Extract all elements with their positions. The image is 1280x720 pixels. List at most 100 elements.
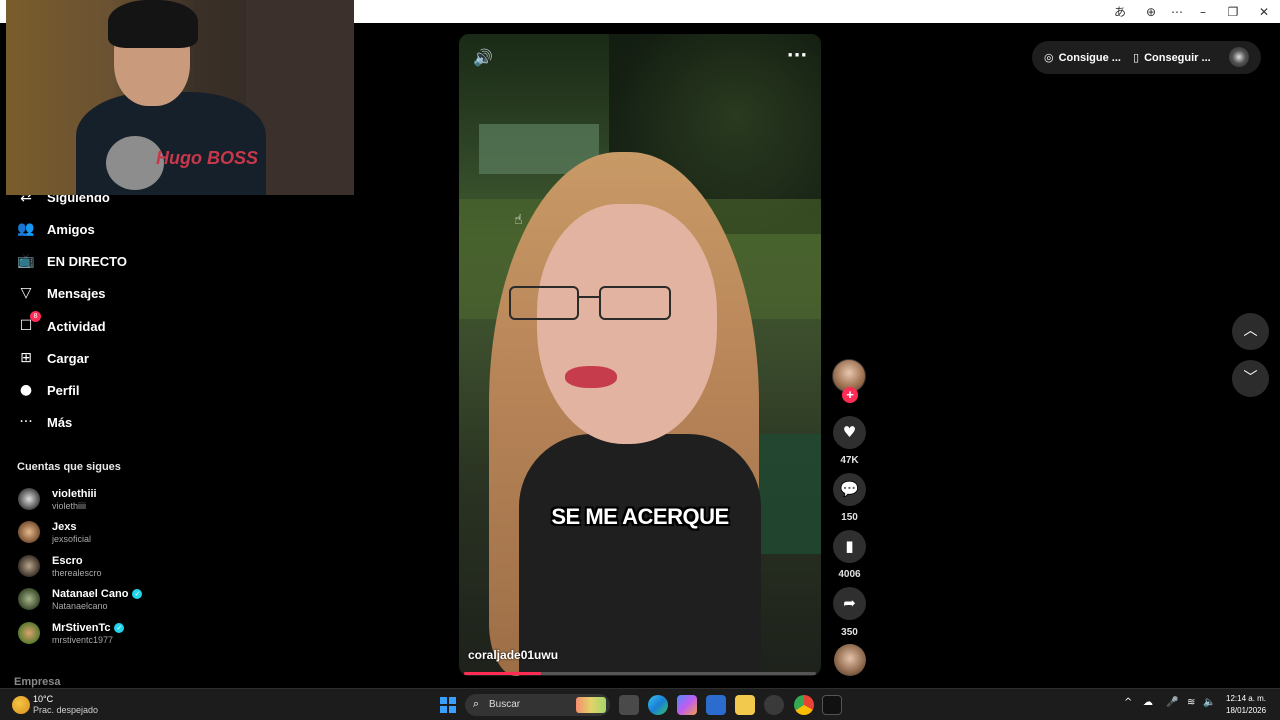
translate-icon[interactable]: あ — [1111, 3, 1129, 21]
sidebar-item-upload[interactable]: ⊞ Cargar — [17, 347, 89, 369]
task-view-icon[interactable] — [619, 695, 639, 715]
save-count: 4006 — [838, 569, 861, 580]
followed-account[interactable]: Natanael Cano ✓ Natanaelcano — [18, 585, 143, 613]
followed-account[interactable]: violethiii violethiiii — [18, 485, 97, 513]
volume-icon[interactable]: 🔊 — [473, 48, 493, 68]
follow-button[interactable]: + — [842, 387, 858, 403]
account-username: violethiiii — [52, 500, 87, 511]
account-username: therealescro — [52, 567, 102, 578]
weather-temperature: 10°C — [33, 694, 54, 704]
video-progress-fill — [464, 672, 542, 675]
microphone-icon[interactable]: 🎤 — [1166, 697, 1178, 708]
more-icon: ··· — [19, 414, 33, 430]
store-icon[interactable] — [706, 695, 726, 715]
upload-icon: ⊞ — [20, 350, 32, 366]
start-button[interactable] — [440, 697, 456, 713]
avatar — [18, 488, 40, 510]
video-person-glasses-bridge — [579, 296, 599, 298]
messages-icon: ▽ — [20, 285, 32, 301]
video-person-shirt — [519, 434, 761, 676]
webcam-person-hair — [108, 0, 198, 48]
account-username: jexsoficial — [52, 533, 92, 544]
followed-account[interactable]: MrStivenTc ✓ mrstiventc1977 — [18, 619, 125, 647]
cloud-icon[interactable]: ☁ — [1143, 697, 1153, 708]
verified-icon: ✓ — [132, 588, 143, 599]
video-person-face — [537, 204, 717, 444]
clock-time[interactable]: 12:14 a. m. — [1226, 694, 1266, 703]
footer-link-company[interactable]: Empresa — [14, 676, 60, 688]
followed-account[interactable]: Jexs jexsoficial — [18, 518, 91, 546]
search-label: Buscar — [489, 699, 521, 710]
save-button[interactable]: ▮ — [833, 530, 866, 563]
sidebar-item-label: Perfil — [47, 382, 80, 398]
previous-video-button[interactable]: ︿ — [1232, 313, 1269, 350]
clock-date[interactable]: 18/01/2026 — [1226, 706, 1266, 715]
bookmark-icon: ▮ — [845, 537, 854, 555]
copilot-icon[interactable] — [677, 695, 697, 715]
mouse-cursor-icon: ☝ — [514, 212, 523, 228]
account-name: Natanael Cano — [52, 587, 129, 600]
weather-description: Prac. despejado — [33, 705, 99, 715]
share-icon: ➦ — [843, 594, 856, 612]
avatar — [18, 622, 40, 644]
browser-more-icon[interactable]: ⋯ — [1168, 3, 1186, 21]
windows-taskbar: 10°C Prac. despejado ⌕ Buscar ^ ☁ 🎤 ≋ 🔈 … — [0, 688, 1280, 720]
comment-button[interactable]: 💬 — [833, 473, 866, 506]
get-coins-button[interactable]: ◎ Consigue ... — [1044, 41, 1121, 74]
like-count: 47K — [840, 455, 859, 466]
weather-icon[interactable] — [12, 696, 30, 714]
account-name: MrStivenTc — [52, 621, 111, 634]
music-disc-icon[interactable] — [834, 644, 866, 676]
profile-icon: ● — [19, 382, 33, 398]
video-player[interactable]: 🔊 ··· SE ME ACERQUE coraljade01uwu — [459, 34, 821, 676]
activity-icon: ☐ 8 — [17, 311, 41, 335]
phone-icon: ▯ — [1133, 51, 1140, 64]
video-person-glasses — [509, 286, 579, 320]
edge-icon[interactable] — [648, 695, 668, 715]
share-button[interactable]: ➦ — [833, 587, 866, 620]
tray-overflow-icon[interactable]: ^ — [1124, 697, 1132, 708]
sidebar-item-label: Amigos — [47, 221, 95, 237]
taskbar-search[interactable]: ⌕ Buscar — [465, 694, 610, 716]
zoom-icon[interactable]: ⊕ — [1142, 3, 1160, 21]
next-video-button[interactable]: ﹀ — [1232, 360, 1269, 397]
video-options-icon[interactable]: ··· — [785, 46, 809, 66]
restore-icon[interactable]: ❐ — [1224, 3, 1242, 21]
sidebar-item-activity[interactable]: ☐ 8 Actividad — [17, 311, 106, 337]
chrome-icon[interactable] — [794, 695, 814, 715]
account-username: Natanaelcano — [52, 600, 108, 611]
sidebar-item-live[interactable]: 📺 EN DIRECTO — [17, 250, 127, 272]
avatar — [18, 588, 40, 610]
verified-icon: ✓ — [114, 622, 125, 633]
video-person-lips — [565, 366, 617, 388]
close-icon[interactable]: ✕ — [1255, 3, 1273, 21]
followed-account[interactable]: Escro therealescro — [18, 552, 102, 580]
video-person-glasses — [599, 286, 671, 320]
wifi-icon[interactable]: ≋ — [1187, 697, 1195, 708]
video-progress-bar[interactable] — [464, 672, 816, 675]
avatar — [18, 555, 40, 577]
chevron-down-icon: ﹀ — [1243, 370, 1258, 386]
heart-icon: ♥ — [842, 423, 857, 441]
sidebar-item-profile[interactable]: ● Perfil — [17, 379, 80, 401]
comment-count: 150 — [841, 512, 858, 523]
get-app-button[interactable]: ▯ Conseguir ... — [1133, 41, 1211, 74]
profile-avatar[interactable] — [1229, 47, 1249, 67]
comment-icon: 💬 — [840, 480, 859, 498]
like-button[interactable]: ♥ — [833, 416, 866, 449]
sidebar-item-more[interactable]: ··· Más — [17, 411, 72, 433]
tiktok-icon[interactable] — [822, 695, 842, 715]
sidebar-item-label: Más — [47, 414, 73, 430]
video-caption: SE ME ACERQUE — [551, 504, 729, 529]
video-author[interactable]: coraljade01uwu — [468, 648, 558, 662]
sidebar-item-messages[interactable]: ▽ Mensajes — [17, 282, 106, 304]
settings-icon[interactable] — [764, 695, 784, 715]
coin-icon: ◎ — [1044, 51, 1054, 64]
speaker-icon[interactable]: 🔈 — [1203, 697, 1215, 708]
activity-badge: 8 — [30, 311, 41, 322]
sidebar-item-friends[interactable]: 👥 Amigos — [17, 218, 95, 240]
file-explorer-icon[interactable] — [735, 695, 755, 715]
avatar — [18, 521, 40, 543]
sidebar-item-label: Actividad — [47, 318, 106, 334]
minimize-icon[interactable]: – — [1194, 3, 1212, 21]
